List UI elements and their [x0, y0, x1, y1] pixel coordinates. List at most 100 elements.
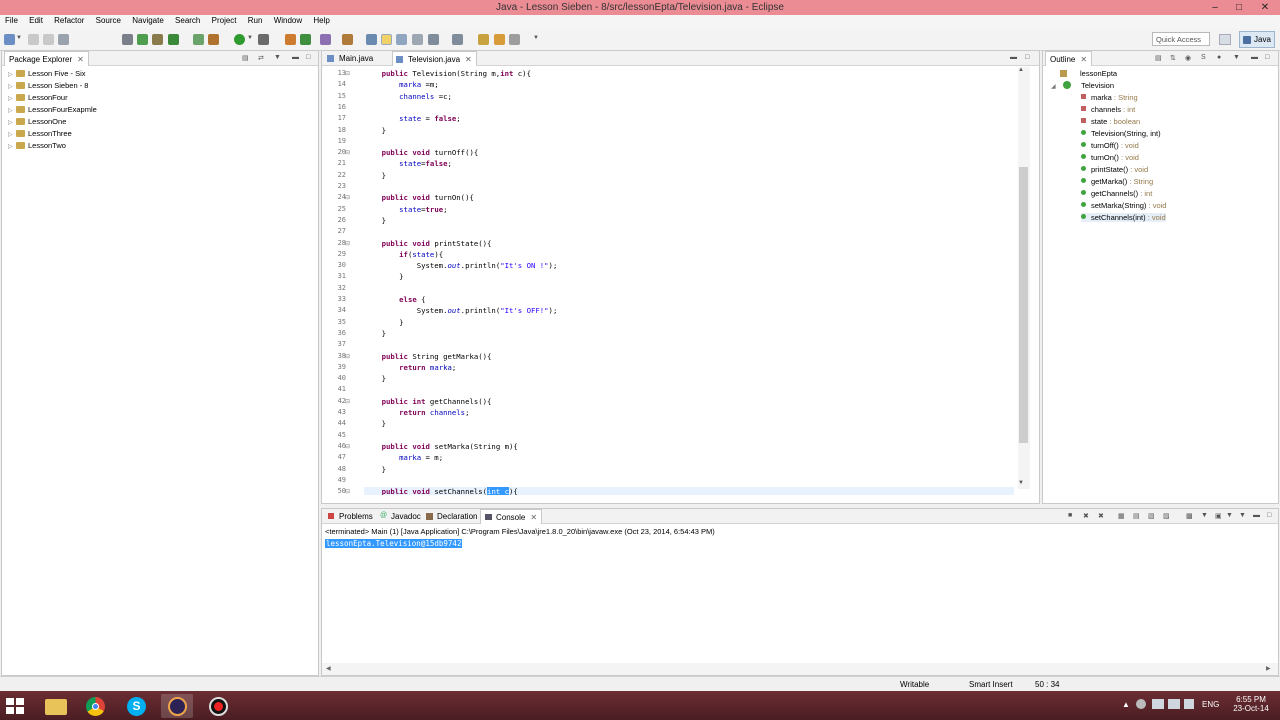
recorder-icon[interactable] [203, 694, 235, 718]
outline-class[interactable]: ◢ Television [1051, 81, 1114, 90]
back-icon[interactable] [494, 34, 505, 45]
outline-member[interactable]: turnOn() : void [1081, 153, 1139, 162]
clock[interactable]: 6:55 PM 23-Oct-14 [1230, 695, 1272, 713]
new-icon[interactable] [4, 34, 15, 45]
close-icon[interactable]: ✕ [530, 513, 537, 522]
tray-chevron-up-icon[interactable]: ▲ [1122, 700, 1130, 709]
expand-icon[interactable]: ▷ [8, 119, 16, 126]
fold-toggle-icon[interactable]: ⊟ [345, 70, 350, 77]
skype-icon[interactable]: S [120, 694, 152, 718]
view-menu-icon[interactable]: ▼ [1239, 512, 1246, 519]
terminate-icon[interactable]: ■ [1068, 512, 1072, 519]
remove-all-icon[interactable]: ✖ [1098, 512, 1104, 520]
open-perspective-icon[interactable] [1219, 34, 1231, 45]
horizontal-scrollbar[interactable]: ◀ ▶ [322, 663, 1278, 675]
file-explorer-icon[interactable] [39, 694, 71, 718]
project-item[interactable]: ▷ LessonOne [8, 117, 66, 126]
code-line[interactable]: public void setChannels(int c){ [364, 487, 1014, 495]
new-package-icon[interactable] [152, 34, 163, 45]
expand-icon[interactable]: ▷ [8, 143, 16, 150]
outline-package[interactable]: lessonEpta [1060, 69, 1117, 78]
code-line[interactable]: System.out.println("It's OFF!"); [364, 306, 558, 317]
chrome-icon[interactable] [79, 694, 111, 718]
expand-icon[interactable]: ▷ [8, 131, 16, 138]
scrollbar-thumb[interactable] [1019, 167, 1028, 443]
code-line[interactable]: public String getMarka(){ [364, 352, 492, 363]
clear-console-icon[interactable]: ▤ [1133, 512, 1140, 520]
menu-navigate[interactable]: Navigate [127, 15, 168, 25]
project-item[interactable]: ▷ LessonTwo [8, 141, 66, 150]
copy-icon[interactable]: ▦ [1118, 512, 1125, 520]
code-line[interactable]: return marka; [364, 363, 456, 374]
close-button[interactable]: ✕ [1254, 0, 1276, 15]
outline-member[interactable]: getMarka() : String [1081, 177, 1153, 186]
fold-toggle-icon[interactable]: ⊟ [345, 240, 350, 247]
expand-icon[interactable]: ▷ [8, 95, 16, 102]
outline-member[interactable]: state : boolean [1081, 117, 1140, 126]
save-all-icon[interactable] [43, 34, 54, 45]
outline-member[interactable]: setMarka(String) : void [1081, 201, 1166, 210]
minimize-view-icon[interactable]: ▬ [292, 54, 299, 61]
menu-help[interactable]: Help [308, 15, 333, 25]
tray-app-icon[interactable] [1136, 699, 1146, 709]
hide-static-icon[interactable]: S [1201, 54, 1206, 61]
code-line[interactable]: } [364, 329, 386, 340]
outline-member[interactable]: channels : int [1081, 105, 1135, 114]
chevron-down-icon[interactable]: ▼ [1018, 480, 1024, 486]
code-line[interactable]: } [364, 126, 386, 137]
code-line[interactable]: } [364, 318, 403, 329]
search-icon[interactable] [320, 34, 331, 45]
quick-access-input[interactable]: Quick Access [1152, 32, 1210, 46]
new-java-project-icon[interactable] [137, 34, 148, 45]
fold-toggle-icon[interactable]: ⊟ [345, 398, 350, 405]
project-item[interactable]: ▷ LessonFour [8, 93, 68, 102]
tab-main-java[interactable]: Main.java [324, 51, 377, 66]
toggle-mark-icon[interactable] [366, 34, 377, 45]
debug-icon[interactable] [208, 34, 219, 45]
menu-search[interactable]: Search [170, 15, 204, 25]
tab-javadoc[interactable]: @ Javadoc [376, 509, 425, 524]
chevron-down-icon[interactable]: ▼ [533, 35, 539, 41]
code-line[interactable]: } [364, 171, 386, 182]
code-line[interactable]: public void printState(){ [364, 239, 492, 250]
chevron-down-icon[interactable]: ▼ [247, 35, 253, 41]
close-icon[interactable]: ✕ [465, 55, 472, 64]
open-task-icon[interactable] [342, 34, 353, 45]
next-annotation-icon[interactable] [428, 34, 439, 45]
menu-window[interactable]: Window [269, 15, 306, 25]
project-item[interactable]: ▷ LessonThree [8, 129, 72, 138]
code-line[interactable]: channels =c; [364, 92, 452, 103]
minimize-view-icon[interactable]: ▬ [1253, 512, 1260, 519]
save-icon[interactable] [28, 34, 39, 45]
package-icon[interactable] [285, 34, 296, 45]
view-menu-icon[interactable]: ▼ [274, 54, 281, 61]
expand-icon[interactable]: ◢ [1051, 83, 1059, 90]
code-line[interactable]: public void turnOff(){ [364, 148, 479, 159]
menu-refactor[interactable]: Refactor [49, 15, 88, 25]
outline-member[interactable]: marka : String [1081, 93, 1138, 102]
forward-icon[interactable] [509, 34, 520, 45]
show-whitespace-icon[interactable] [412, 34, 423, 45]
tab-package-explorer[interactable]: Package Explorer ✕ [4, 51, 89, 66]
tab-console[interactable]: Console ✕ [480, 509, 543, 524]
eclipse-icon[interactable] [161, 694, 193, 718]
fold-toggle-icon[interactable]: ⊟ [345, 488, 350, 495]
code-line[interactable]: } [364, 374, 386, 385]
code-line[interactable]: return channels; [364, 408, 469, 419]
close-icon[interactable]: ✕ [77, 55, 84, 64]
fold-toggle-icon[interactable]: ⊟ [345, 443, 350, 450]
maximize-button[interactable]: □ [1228, 0, 1250, 15]
menu-project[interactable]: Project [207, 15, 241, 25]
minimize-view-icon[interactable]: ▬ [1010, 54, 1017, 61]
sort-icon[interactable]: ⇅ [1170, 54, 1176, 62]
menu-run[interactable]: Run [243, 15, 267, 25]
tab-declaration[interactable]: Declaration [422, 509, 481, 524]
windows-start-icon[interactable] [6, 698, 24, 714]
code-area[interactable]: 13 ⊟ public Television(String m,int c){14… [322, 67, 1017, 495]
expand-icon[interactable]: ▷ [8, 83, 16, 90]
hide-fields-icon[interactable]: ◉ [1185, 54, 1191, 62]
code-line[interactable]: System.out.println("It's ON !"); [364, 261, 558, 272]
vertical-scrollbar[interactable]: ▲ ▼ [1018, 67, 1030, 489]
maximize-view-icon[interactable]: □ [1265, 54, 1269, 61]
outline-member[interactable]: getChannels() : int [1081, 189, 1152, 198]
